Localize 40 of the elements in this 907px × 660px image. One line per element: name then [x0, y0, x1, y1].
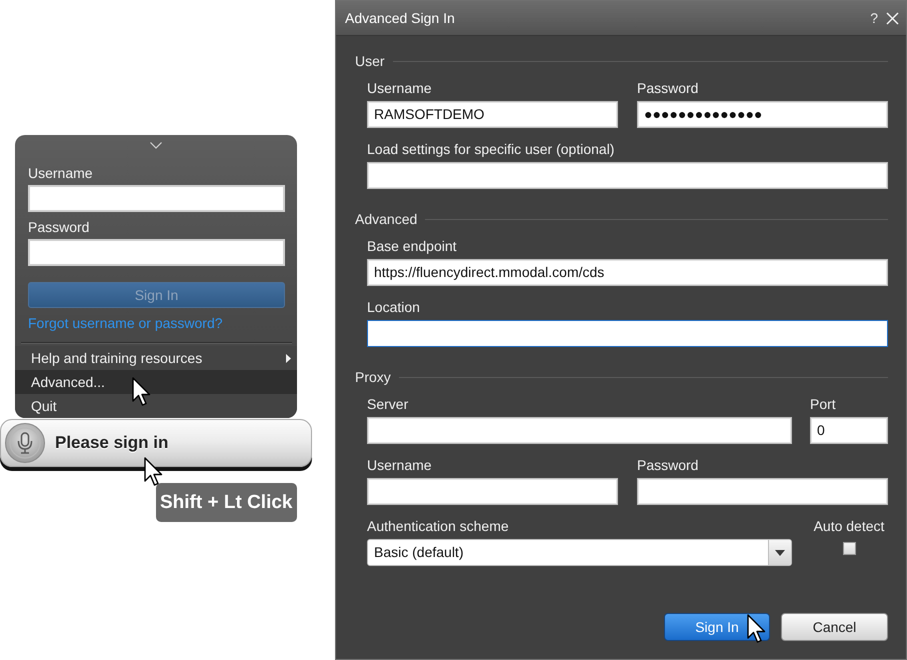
input-field[interactable]: ●●●●●●●●●●●●●●	[637, 101, 888, 128]
field-label: Auto detect	[814, 518, 884, 535]
dialog-button[interactable]: Sign In	[664, 613, 770, 641]
section-heading: Advanced	[355, 211, 418, 227]
field-label: Username	[367, 80, 432, 97]
input-field[interactable]	[367, 478, 618, 505]
tooltip: Shift + Lt Click	[156, 483, 296, 522]
section-heading: Proxy	[355, 369, 391, 385]
close-icon[interactable]	[886, 12, 899, 24]
menu-item[interactable]: Advanced...	[15, 370, 297, 394]
microphone-icon	[5, 423, 45, 463]
input-field[interactable]	[367, 162, 888, 189]
mouse-cursor-icon	[144, 457, 164, 487]
field-label: Port	[810, 396, 836, 413]
input-field[interactable]	[367, 320, 888, 347]
field-label: Password	[637, 457, 698, 474]
checkbox[interactable]	[842, 542, 856, 555]
field-label: Load settings for specific user (optional)	[367, 141, 614, 158]
field-label: Base endpoint	[367, 238, 457, 255]
field-label: Server	[367, 396, 408, 413]
mouse-cursor-icon	[132, 377, 152, 407]
input-field[interactable]: https://fluencydirect.mmodal.com/cds	[367, 259, 888, 286]
input-field[interactable]: 0	[810, 417, 888, 444]
caret-down-icon	[775, 550, 785, 556]
dialog-title: Advanced Sign In	[345, 10, 456, 26]
field-label: Password	[637, 80, 698, 97]
field-label: Password	[28, 219, 90, 236]
input-field[interactable]	[637, 478, 888, 505]
input-field[interactable]	[367, 417, 792, 444]
section-heading: User	[355, 53, 385, 69]
field-label: Username	[367, 457, 432, 474]
field-label: Authentication scheme	[367, 518, 509, 535]
mouse-cursor-icon	[747, 614, 767, 644]
input-field[interactable]: RAMSOFTDEMO	[367, 101, 618, 128]
field-label: Username	[28, 165, 93, 182]
field-label: Location	[367, 299, 420, 316]
dialog-button[interactable]: Cancel	[781, 613, 888, 641]
dropdown[interactable]: Basic (default)	[367, 539, 792, 566]
help-button[interactable]: ?	[870, 10, 878, 26]
chevron-down-icon[interactable]	[150, 142, 162, 149]
